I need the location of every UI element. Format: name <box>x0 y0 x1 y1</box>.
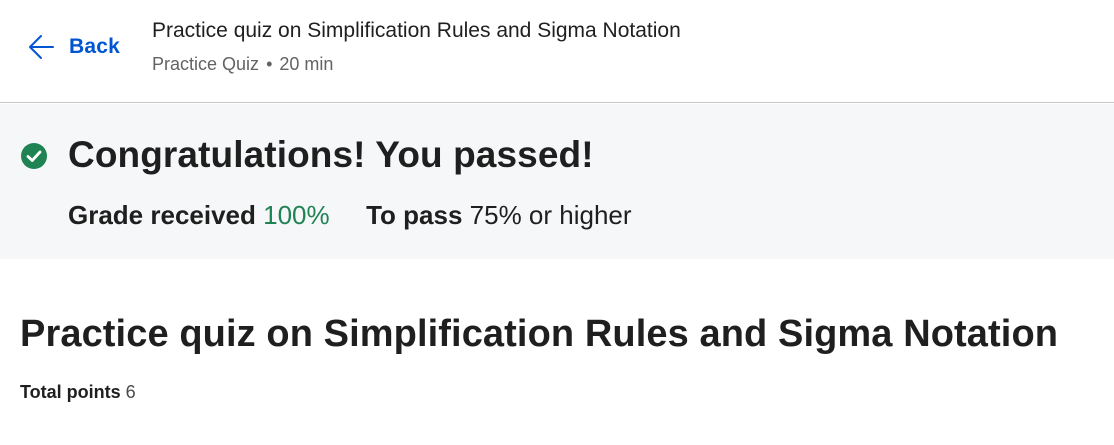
back-label: Back <box>69 35 121 58</box>
grade-value: 100% <box>263 200 330 230</box>
arrow-left-icon <box>26 32 56 62</box>
grade-summary: Grade received 100% To pass 75% or highe… <box>68 200 632 231</box>
quiz-title: Practice quiz on Simplification Rules an… <box>20 313 1059 355</box>
pass-label: To pass <box>366 200 463 230</box>
item-type: Practice Quiz <box>152 54 260 74</box>
item-duration: 20 min <box>279 54 334 74</box>
meta-separator: • <box>266 54 273 74</box>
pass-threshold: 75% or higher <box>469 200 632 230</box>
total-points: Total points 6 <box>20 382 136 403</box>
pass-message: Congratulations! You passed! <box>68 134 594 175</box>
back-button[interactable]: Back <box>26 30 120 64</box>
check-circle-icon <box>20 142 48 170</box>
item-meta: Practice Quiz • 20 min <box>152 54 333 75</box>
points-value: 6 <box>125 382 136 402</box>
result-banner: Congratulations! You passed! Grade recei… <box>0 104 1114 259</box>
grade-label: Grade received <box>68 200 256 230</box>
page-header: Back Practice quiz on Simplification Rul… <box>0 0 1114 103</box>
points-label: Total points <box>20 382 121 402</box>
item-title: Practice quiz on Simplification Rules an… <box>152 19 681 42</box>
